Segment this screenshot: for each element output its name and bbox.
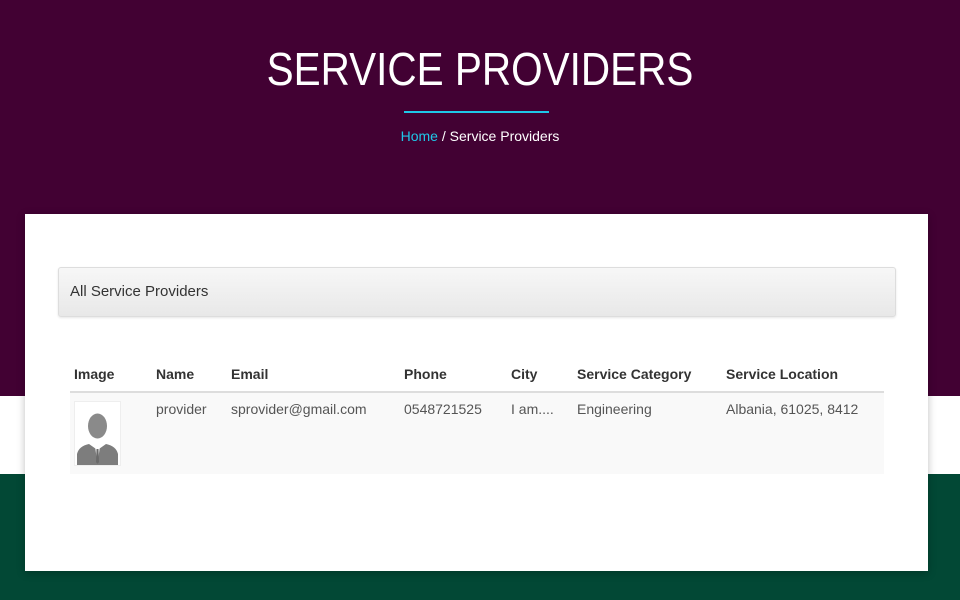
column-header-phone: Phone: [400, 358, 507, 393]
cell-service-category: Engineering: [573, 392, 722, 474]
title-underline: [404, 111, 549, 113]
breadcrumb: Home / Service Providers: [0, 128, 960, 144]
panel-heading: All Service Providers: [58, 267, 896, 317]
table-header-row: Image Name Email Phone City Service Cate…: [70, 358, 884, 393]
table-row[interactable]: provider sprovider@gmail.com 0548721525 …: [70, 392, 884, 474]
providers-table: Image Name Email Phone City Service Cate…: [70, 358, 884, 474]
cell-city: I am....: [507, 392, 573, 474]
panel-heading-title: All Service Providers: [70, 283, 209, 300]
column-header-name: Name: [152, 358, 227, 393]
cell-image: [70, 392, 152, 474]
column-header-city: City: [507, 358, 573, 393]
avatar-silhouette-icon: [74, 401, 121, 466]
column-header-image: Image: [70, 358, 152, 393]
column-header-service-category: Service Category: [573, 358, 722, 393]
page-title: SERVICE PROVIDERS: [266, 43, 694, 95]
cell-service-location: Albania, 61025, 8412: [722, 392, 884, 474]
content-card: All Service Providers Image Name Email P…: [25, 214, 928, 571]
cell-name: provider: [152, 392, 227, 474]
cell-phone: 0548721525: [400, 392, 507, 474]
column-header-service-location: Service Location: [722, 358, 884, 393]
breadcrumb-home-link[interactable]: Home: [401, 128, 438, 144]
breadcrumb-separator: /: [437, 128, 450, 144]
cell-email: sprovider@gmail.com: [227, 392, 400, 474]
breadcrumb-current: Service Providers: [449, 128, 560, 144]
column-header-email: Email: [227, 358, 400, 393]
